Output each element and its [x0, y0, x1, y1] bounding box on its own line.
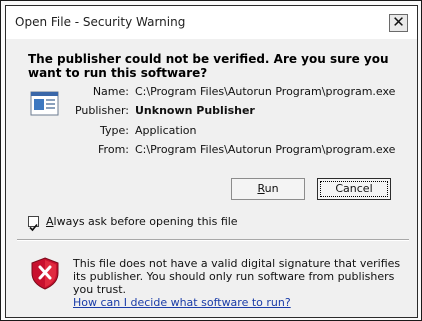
close-button[interactable]: ✕ [389, 14, 408, 32]
name-label: Name: [92, 85, 129, 98]
run-label: un [264, 182, 279, 195]
name-value: C:\Program Files\Autorun Program\program… [135, 85, 396, 98]
help-link[interactable]: How can I decide what software to run? [73, 296, 291, 309]
from-value: C:\Program Files\Autorun Program\program… [135, 143, 396, 156]
from-label: From: [98, 143, 129, 156]
close-icon: ✕ [392, 13, 405, 31]
cancel-label: Cancel [335, 182, 373, 195]
warning-message: This file does not have a valid digital … [73, 257, 408, 309]
type-label: Type: [100, 124, 129, 137]
always-ask-mnemonic: A [46, 215, 54, 228]
separator [17, 239, 409, 241]
dialog-body: Open File - Security Warning ✕ The publi… [5, 5, 418, 318]
checkmark-icon [29, 223, 38, 232]
always-ask-text: lways ask before opening this file [53, 215, 238, 228]
cancel-button[interactable]: Cancel [317, 178, 391, 200]
publisher-label: Publisher: [74, 104, 129, 117]
always-ask-checkbox[interactable] [28, 216, 39, 232]
always-ask-label: Always ask before opening this file [46, 215, 238, 228]
shield-error-icon [31, 257, 59, 290]
program-file-icon [30, 91, 59, 116]
publisher-value: Unknown Publisher [135, 104, 255, 117]
security-warning-dialog: Open File - Security Warning ✕ The publi… [0, 0, 422, 321]
warning-text: This file does not have a valid digital … [73, 257, 401, 296]
title-bar: Open File - Security Warning ✕ [6, 6, 417, 39]
type-value: Application [135, 124, 197, 137]
run-mnemonic: R [257, 182, 265, 195]
run-button[interactable]: Run [231, 178, 305, 200]
window-title: Open File - Security Warning [15, 15, 186, 29]
warning-heading: The publisher could not be verified. Are… [28, 52, 389, 80]
